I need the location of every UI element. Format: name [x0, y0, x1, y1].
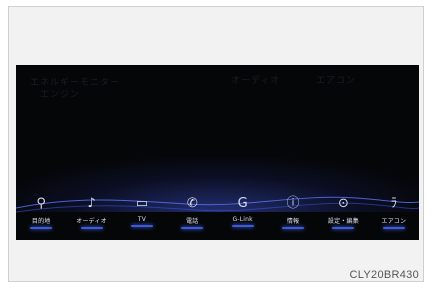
menu-item-info[interactable]: ⓘ 情報 — [270, 196, 316, 229]
music-note-icon: ♪ — [87, 196, 96, 211]
menu-item-settings[interactable]: ⊙ 設定・編集 — [320, 196, 366, 229]
menu-label-phone: 電話 — [186, 218, 199, 225]
menu-label-tv: TV — [137, 216, 147, 223]
menu-indicator — [80, 227, 103, 229]
settings-icon: ⊙ — [337, 196, 349, 211]
faint-text-engine: エンジン — [40, 90, 81, 100]
info-icon: ⓘ — [286, 196, 300, 211]
menu-indicator — [181, 227, 204, 229]
menu-indicator — [282, 227, 305, 229]
menu-item-tv[interactable]: ▭ TV — [119, 196, 165, 227]
menu-label-settings: 設定・編集 — [327, 218, 359, 225]
menu-item-phone[interactable]: ✆ 電話 — [169, 196, 215, 229]
menu-label-info: 情報 — [286, 218, 300, 225]
menu-item-destination[interactable]: ⚲ 目的地 — [18, 196, 64, 229]
menu-label-air-conditioner: エアコン — [381, 218, 407, 225]
air-conditioner-icon: ﾗ — [390, 196, 398, 211]
menu-indicator — [231, 225, 254, 227]
menu-label-destination: 目的地 — [31, 218, 51, 225]
menu-indicator — [30, 227, 53, 229]
faint-text-top-right: エアコン — [316, 76, 357, 86]
figure-code: CLY20BR430 — [349, 269, 419, 281]
menu-indicator — [382, 227, 405, 229]
menu-item-audio[interactable]: ♪ オーディオ — [69, 196, 115, 229]
menu-label-audio: オーディオ — [76, 218, 107, 225]
menu-indicator — [130, 225, 153, 227]
menu-item-air-conditioner[interactable]: ﾗ エアコン — [371, 196, 417, 229]
menu-item-g-link[interactable]: G G-Link — [220, 196, 266, 227]
menu-indicator — [332, 227, 355, 229]
home-menu-bar: ⚲ 目的地 ♪ オーディオ ▭ TV ✆ 電話 G G-Link ⓘ 情報 ⊙ … — [16, 196, 419, 234]
tv-icon: ▭ — [135, 196, 149, 211]
phone-icon: ✆ — [186, 196, 198, 211]
head-unit-screen: エネルギーモニター エンジン オーディオ エアコン ⚲ 目的地 ♪ オーディオ … — [16, 65, 419, 240]
g-link-icon: G — [237, 196, 248, 211]
faint-text-top-mid: オーディオ — [231, 76, 281, 86]
map-pin-icon: ⚲ — [36, 196, 46, 211]
menu-label-g-link: G-Link — [232, 216, 253, 223]
